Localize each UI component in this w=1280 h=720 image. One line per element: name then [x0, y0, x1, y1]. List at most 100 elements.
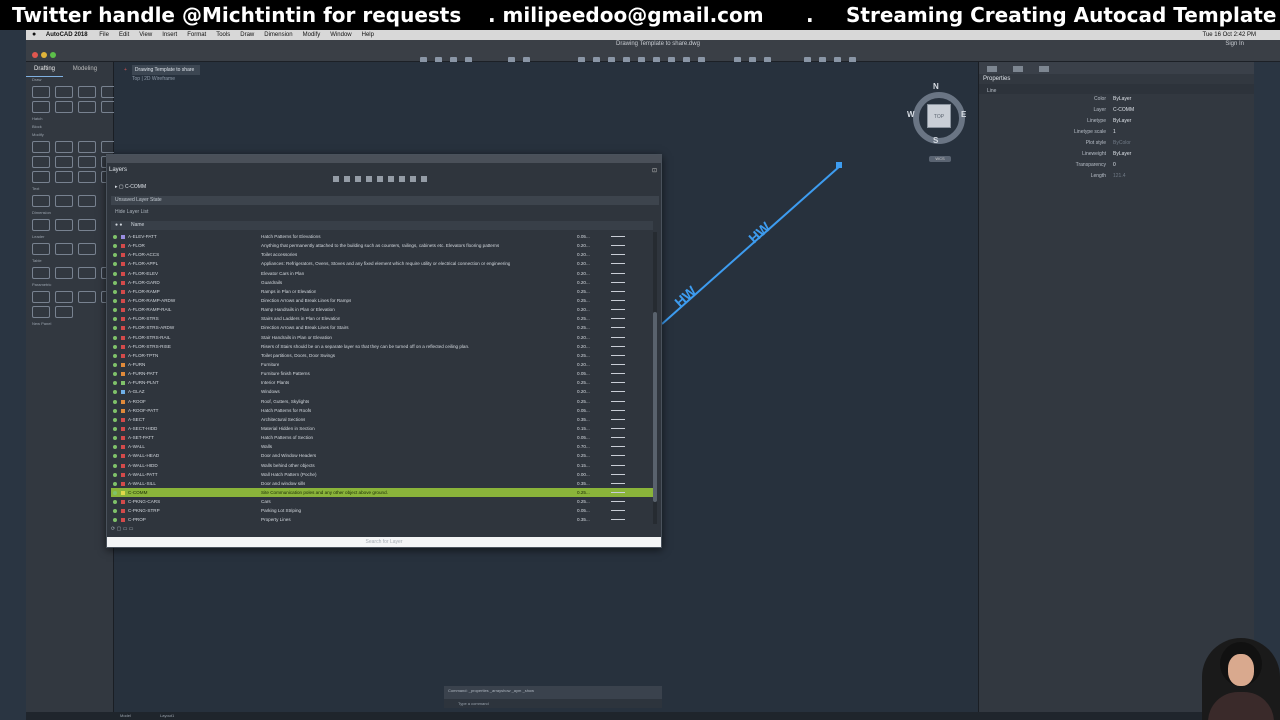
zoom-window-icon[interactable] [50, 52, 56, 58]
layer-on-icon[interactable] [113, 298, 117, 303]
layer-on-icon[interactable] [113, 390, 117, 395]
layer-linetype-preview[interactable] [611, 363, 625, 365]
layer-color-swatch[interactable] [121, 426, 125, 431]
layer-linetype-preview[interactable] [611, 391, 625, 393]
layer-color-swatch[interactable] [121, 353, 125, 358]
layer-lineweight[interactable]: 0.20... [577, 278, 590, 287]
property-layer[interactable]: Layer C-COMM [979, 105, 1254, 116]
menu-edit[interactable]: Edit [119, 30, 129, 40]
menu-help[interactable]: Help [362, 30, 374, 40]
palette-section-table[interactable]: Table [26, 257, 113, 265]
layer-color-swatch[interactable] [121, 436, 125, 441]
layer-lineweight[interactable]: 0.25... [577, 323, 590, 332]
layer-row[interactable]: A-FLOR-RAMP-RAIL Ramp Handrails in Plan o… [111, 305, 653, 314]
layer-on-icon[interactable] [113, 472, 117, 477]
palette-section-block[interactable]: Block [26, 123, 113, 131]
layer-lineweight[interactable]: 0.05... [577, 433, 590, 442]
layer-color-swatch[interactable] [121, 390, 125, 395]
layer-on-icon[interactable] [113, 372, 117, 377]
layer-lineweight[interactable]: 0.20... [577, 342, 590, 351]
layer-lineweight[interactable]: 0.15... [577, 461, 590, 470]
new-layer-icon[interactable] [333, 176, 339, 182]
layer-linetype-preview[interactable] [611, 482, 625, 484]
layer-lineweight[interactable]: 0.00... [577, 470, 590, 479]
layer-on-icon[interactable] [113, 426, 117, 431]
tool-button-icon[interactable] [32, 243, 50, 255]
status-column-icon[interactable]: ● ● [115, 221, 122, 230]
wcs-menu[interactable]: WCS [929, 156, 951, 162]
layer-color-swatch[interactable] [121, 235, 125, 239]
layer-row[interactable]: A-ELEV-PATT Hatch Patterns for Elevations… [111, 232, 653, 241]
layer-color-swatch[interactable] [121, 372, 125, 377]
property-value[interactable]: ByColor [1113, 138, 1131, 149]
property-plot-style[interactable]: Plot style ByColor [979, 138, 1254, 149]
layers-tab-icon[interactable] [1013, 66, 1023, 72]
tool-button-icon[interactable] [55, 219, 73, 231]
compass-west[interactable]: W [907, 110, 915, 119]
line-grip-end[interactable] [836, 162, 842, 168]
layer-lineweight[interactable]: 0.25... [577, 451, 590, 460]
layer-row[interactable]: A-GLAZ Windows 0.20... [111, 387, 653, 396]
layer-row[interactable]: A-FLOR-STRS-RAIL Stair Handrails in Plan … [111, 333, 653, 342]
tool-button-icon[interactable] [55, 101, 73, 113]
tool-button-icon[interactable] [55, 141, 73, 153]
tool-button-icon[interactable] [78, 243, 96, 255]
layer-linetype-preview[interactable] [611, 299, 625, 301]
layer-lineweight[interactable]: 0.70... [577, 442, 590, 451]
layer-on-icon[interactable] [113, 235, 117, 239]
menu-dimension[interactable]: Dimension [264, 30, 292, 40]
tool-button-icon[interactable] [32, 267, 50, 279]
tool-button-icon[interactable] [32, 291, 50, 303]
menubar-clock[interactable]: Tue 16 Oct 2:42 PM [1203, 30, 1256, 40]
menu-file[interactable]: File [99, 30, 109, 40]
menu-modify[interactable]: Modify [303, 30, 321, 40]
tool-button-icon[interactable] [78, 195, 96, 207]
layer-linetype-preview[interactable] [611, 491, 625, 493]
layer-linetype-preview[interactable] [611, 327, 625, 329]
layer-lineweight[interactable]: 0.25... [577, 378, 590, 387]
layer-lineweight[interactable]: 0.25... [577, 296, 590, 305]
layer-color-swatch[interactable] [121, 490, 125, 495]
layer-row[interactable]: A-ROOF Roof, Gutters, Skylights 0.25... [111, 397, 653, 406]
layer-on-icon[interactable] [113, 344, 117, 349]
layer-lineweight[interactable]: 0.25... [577, 488, 590, 497]
layer-lineweight[interactable]: 0.25... [577, 287, 590, 296]
property-value[interactable]: ByLayer [1113, 94, 1131, 105]
layer-lineweight[interactable]: 0.20... [577, 360, 590, 369]
tool-button-icon[interactable] [55, 156, 73, 168]
layer-lineweight[interactable]: 0.20... [577, 259, 590, 268]
layer-list-scrollbar[interactable] [653, 232, 657, 524]
tool-button-icon[interactable] [78, 267, 96, 279]
layer-color-swatch[interactable] [121, 408, 125, 413]
layer-on-icon[interactable] [113, 399, 117, 404]
layer-on-icon[interactable] [113, 408, 117, 413]
layer-linetype-preview[interactable] [611, 318, 625, 320]
layer-row[interactable]: A-WALL-SILL Door and window sills 0.35... [111, 479, 653, 488]
layer-linetype-preview[interactable] [611, 510, 625, 512]
layer-linetype-preview[interactable] [611, 409, 625, 411]
hide-layer-list[interactable]: Hide Layer List [111, 209, 148, 215]
tool-button-icon[interactable] [78, 171, 96, 183]
palette-section-draw[interactable]: Draw [26, 76, 113, 84]
layer-on-icon[interactable] [113, 308, 117, 313]
tool-button-icon[interactable] [55, 243, 73, 255]
layer-row[interactable]: A-ROOF-PATT Hatch Patterns for Roofs 0.05.… [111, 406, 653, 415]
layer-on-icon[interactable] [113, 317, 117, 322]
layer-on-icon[interactable] [113, 518, 117, 523]
layer-lineweight[interactable]: 0.20... [577, 269, 590, 278]
layer-options-icon[interactable]: ⟳ ▢ ▭ ▭ [111, 526, 134, 532]
layer-color-swatch[interactable] [121, 472, 125, 477]
layer-color-swatch[interactable] [121, 509, 125, 514]
layer-row[interactable]: A-SECT Architectural Sections 0.35... [111, 415, 653, 424]
layer-color-swatch[interactable] [121, 481, 125, 486]
layer-lineweight[interactable]: 0.05... [577, 406, 590, 415]
layer-lineweight[interactable]: 0.35... [577, 479, 590, 488]
layer-color-swatch[interactable] [121, 308, 125, 313]
layer-on-icon[interactable] [113, 454, 117, 459]
selected-object-type[interactable]: Line [979, 84, 1254, 94]
new-layer-frozen-icon[interactable] [344, 176, 350, 182]
property-value[interactable]: 121.4 [1113, 171, 1126, 182]
menu-draw[interactable]: Draw [240, 30, 254, 40]
layer-on-icon[interactable] [113, 500, 117, 505]
property-value[interactable]: C-COMM [1113, 105, 1134, 116]
